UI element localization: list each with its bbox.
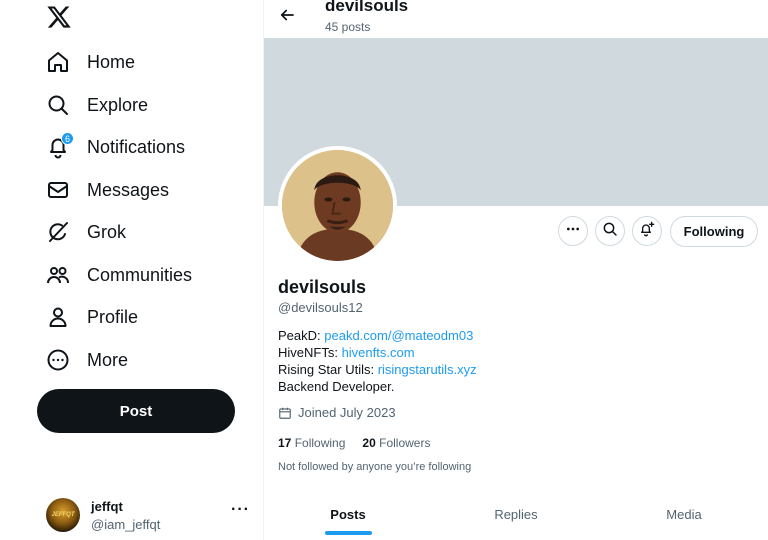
- bio-line: PeakD: peakd.com/@mateodm03: [278, 328, 474, 343]
- calendar-icon: [278, 406, 292, 420]
- search-posts-button[interactable]: [595, 216, 625, 246]
- not-followed-note: Not followed by anyone you’re following: [278, 461, 472, 473]
- following-count-link[interactable]: 17 Following: [278, 436, 345, 450]
- tab-posts[interactable]: Posts: [264, 497, 432, 540]
- profile-avatar[interactable]: [278, 146, 397, 265]
- post-button[interactable]: Post: [37, 389, 235, 433]
- notification-badge: 6: [61, 132, 74, 145]
- nav-label: Home: [87, 51, 136, 72]
- nav-item-home[interactable]: Home: [44, 42, 135, 82]
- nav-item-communities[interactable]: Communities: [44, 255, 192, 295]
- x-logo-icon[interactable]: [46, 4, 72, 30]
- nav-label: Communities: [87, 264, 193, 285]
- account-name: jeffqt: [91, 498, 123, 514]
- bell-icon: 6: [44, 132, 74, 161]
- nav-item-grok[interactable]: Grok: [44, 212, 126, 252]
- profile-name: devilsouls: [278, 277, 367, 297]
- bio-link-peakd[interactable]: peakd.com/@mateodm03: [324, 328, 473, 343]
- joined-text: Joined July 2023: [298, 405, 396, 420]
- profile-bio: PeakD: peakd.com/@mateodm03 HiveNFTs: hi…: [278, 327, 477, 395]
- more-horizontal-icon: [565, 221, 581, 242]
- account-more-icon[interactable]: ···: [231, 501, 250, 519]
- nav-label: Notifications: [87, 136, 186, 157]
- active-tab-indicator: [324, 531, 372, 535]
- bio-link-hivenfts[interactable]: hivenfts.com: [342, 345, 415, 360]
- nav-label: Explore: [87, 94, 149, 115]
- home-icon: [44, 48, 72, 76]
- profile-main: devilsouls 45 posts Following devilsouls…: [264, 0, 768, 540]
- account-switcher[interactable]: JEFFQT jeffqt @iam_jeffqt ···: [46, 495, 256, 535]
- profile-handle: @devilsouls12: [278, 300, 363, 315]
- envelope-icon: [44, 176, 72, 204]
- avatar-image: [282, 150, 393, 261]
- tab-media[interactable]: Media: [600, 497, 768, 540]
- following-button[interactable]: Following: [670, 216, 758, 247]
- search-icon: [602, 221, 618, 242]
- profile-tabs: Posts Replies Media: [264, 497, 768, 540]
- bio-line: HiveNFTs: hivenfts.com: [278, 345, 415, 360]
- follow-stats: 17 Following 20 Followers: [278, 436, 447, 450]
- bell-plus-icon: [639, 221, 655, 242]
- nav-label: More: [87, 349, 129, 370]
- nav-label: Messages: [87, 179, 170, 200]
- bio-line: Rising Star Utils: risingstarutils.xyz: [278, 362, 477, 377]
- nav-label: Grok: [87, 221, 127, 242]
- nav-item-notifications[interactable]: 6 Notifications: [44, 127, 185, 167]
- communities-icon: [44, 261, 72, 289]
- nav-item-explore[interactable]: Explore: [44, 85, 148, 125]
- header-title: devilsouls: [325, 0, 409, 15]
- back-arrow-icon[interactable]: [276, 4, 298, 26]
- nav-item-profile[interactable]: Profile: [44, 297, 138, 337]
- sidebar: Home Explore 6 Notifications Messages Gr…: [0, 0, 264, 540]
- nav-item-messages[interactable]: Messages: [44, 170, 169, 210]
- more-circle-icon: [44, 346, 72, 374]
- bio-link-risingstarutils[interactable]: risingstarutils.xyz: [378, 362, 477, 377]
- more-options-button[interactable]: [558, 216, 588, 246]
- search-icon: [44, 91, 72, 119]
- header-posts-count: 45 posts: [325, 20, 371, 34]
- followers-count-link[interactable]: 20 Followers: [362, 436, 430, 450]
- notify-button[interactable]: [632, 216, 662, 246]
- account-handle: @iam_jeffqt: [91, 516, 161, 532]
- person-icon: [44, 303, 72, 331]
- avatar-text: JEFFQT: [51, 512, 75, 518]
- bio-line: Backend Developer.: [278, 379, 395, 394]
- nav-item-more[interactable]: More: [44, 340, 128, 380]
- avatar: JEFFQT: [46, 498, 80, 532]
- nav-label: Profile: [87, 306, 139, 327]
- tab-replies[interactable]: Replies: [432, 497, 600, 540]
- joined-date: Joined July 2023: [278, 405, 396, 420]
- grok-icon: [44, 218, 72, 246]
